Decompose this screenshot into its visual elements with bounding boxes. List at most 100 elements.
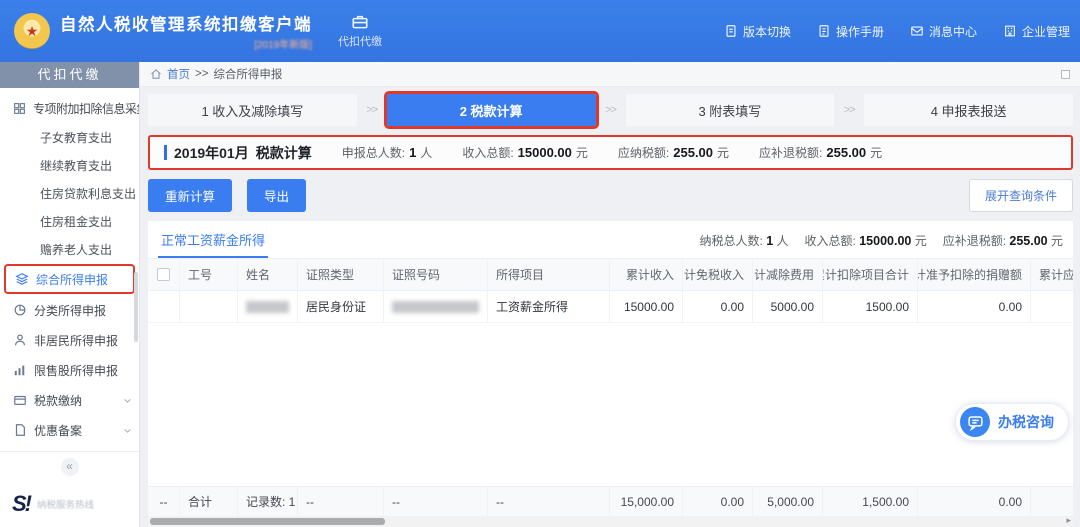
sidebar-scrollbar[interactable] [134, 272, 138, 342]
col-header: 工号 [180, 259, 238, 290]
manual-label: 操作手册 [836, 23, 884, 40]
subitem-label: 子女教育支出 [40, 129, 112, 146]
tab-normal-salary-income[interactable]: 正常工资薪金所得 [158, 221, 268, 258]
total-income: 15,000.00 [610, 487, 683, 516]
sidebar-subitem-elderly-support[interactable]: 赡养老人支出 [0, 235, 139, 263]
sidebar-item-label: 专项附加扣除信息采集 [33, 100, 139, 117]
step-separator: >> [357, 104, 387, 116]
card-stats: 纳税总人数: 1 人 收入总额: 15000.00 元 应补退税额: 255.0… [700, 232, 1073, 258]
mode-tab-withholding[interactable]: 代扣代缴 [338, 13, 382, 49]
bar-chart-icon [13, 363, 27, 377]
sidebar-item-restricted-stock[interactable]: 限售股所得申报 [0, 355, 139, 385]
main-area: 首页 >> 综合所得申报 1 收入及减除填写 >> 2 税款计算 >> 3 附表… [140, 62, 1080, 527]
hotline-label: 纳税服务热线 [37, 497, 94, 511]
sidebar-item-nonresident-income[interactable]: 非居民所得申报 [0, 325, 139, 355]
tax-consult-label: 办税咨询 [998, 412, 1054, 432]
pie-chart-icon [13, 303, 27, 317]
table-total-row: -- 合计 记录数: 1 -- -- -- 15,000.00 0.00 5,0… [148, 486, 1073, 516]
col-header: 姓名 [238, 259, 298, 290]
sidebar-subitem-housing-rent[interactable]: 住房租金支出 [0, 207, 139, 235]
col-header: 累计准予扣除的捐赠额 [918, 259, 1031, 290]
employee-table: 工号 姓名 证照类型 证照号码 所得项目 累计收入 累计免税收入 累计减除费用 … [148, 259, 1073, 527]
sidebar-subitem-child-education[interactable]: 子女教育支出 [0, 123, 139, 151]
wallet-icon [13, 393, 27, 407]
step-label: 3 附表填写 [698, 101, 761, 120]
summary-heading: 税款计算 [256, 143, 312, 163]
step-tab-income-fill[interactable]: 1 收入及减除填写 [148, 94, 357, 126]
sidebar-item-special-deduction-collect[interactable]: 专项附加扣除信息采集 [0, 93, 139, 123]
col-header: 累计扣除项目合计 [823, 259, 918, 290]
sidebar-item-label: 分类所得申报 [34, 302, 106, 319]
subitem-label: 赡养老人支出 [40, 241, 112, 258]
step-tab-tax-calculation[interactable]: 2 税款计算 [387, 94, 596, 126]
horizontal-scrollbar[interactable]: ▸ [148, 516, 1073, 527]
subitem-label: 住房租金支出 [40, 213, 112, 230]
panel-toggle-icon[interactable] [1061, 70, 1070, 79]
table-row[interactable]: 居民身份证 工资薪金所得 15000.00 0.00 5000.00 1500.… [148, 291, 1073, 323]
breadcrumb-home[interactable]: 首页 [167, 66, 190, 82]
breadcrumb-current: 综合所得申报 [213, 66, 282, 82]
sidebar-item-tax-payment[interactable]: 税款缴纳 [0, 385, 139, 415]
chevron-down-icon [123, 426, 132, 435]
col-header: 累计免税收入 [683, 259, 753, 290]
sidebar-collapse-button[interactable]: « [61, 458, 79, 476]
table-header-row: 工号 姓名 证照类型 证照号码 所得项目 累计收入 累计免税收入 累计减除费用 … [148, 259, 1073, 291]
sidebar-subitem-continuing-education[interactable]: 继续教育支出 [0, 151, 139, 179]
sidebar-subitem-mortgage-interest[interactable]: 住房贷款利息支出 [0, 179, 139, 207]
record-count: 记录数: 1 [238, 487, 298, 516]
document-icon [724, 24, 738, 38]
recalculate-button[interactable]: 重新计算 [148, 179, 232, 212]
step-tab-attached-forms[interactable]: 3 附表填写 [626, 94, 835, 126]
cell-donation: 0.00 [918, 291, 1031, 322]
page-icon [13, 423, 27, 437]
total-donation: 0.00 [918, 487, 1031, 516]
breadcrumb-separator: >> [195, 68, 208, 80]
table-empty-space [148, 323, 1073, 486]
summary-field-tax-payable: 应纳税额:255.00元 [618, 144, 729, 161]
briefcase-icon [351, 13, 369, 31]
cell-cert-no-redacted [384, 291, 488, 322]
step-tab-declaration-submit[interactable]: 4 申报表报送 [864, 94, 1073, 126]
cell-emp-no [180, 291, 238, 322]
total-deduction: 1,500.00 [823, 487, 918, 516]
sidebar-item-comprehensive-income[interactable]: 综合所得申报 [4, 264, 135, 294]
step-separator: >> [596, 104, 626, 116]
app-title: 自然人税收管理系统扣缴客户端 [60, 11, 312, 35]
col-header: 累计减除费用 [753, 259, 823, 290]
manual-link[interactable]: 操作手册 [817, 23, 884, 40]
col-header: 所得项目 [488, 259, 610, 290]
sidebar-item-classified-income[interactable]: 分类所得申报 [0, 295, 139, 325]
version-switch-link[interactable]: 版本切换 [724, 23, 791, 40]
sidebar-menu: 专项附加扣除信息采集 子女教育支出 继续教育支出 住房贷款利息支出 住房租金支出… [0, 88, 139, 451]
select-all-checkbox[interactable] [157, 268, 170, 281]
scrollbar-thumb[interactable] [150, 518, 385, 525]
income-card: 正常工资薪金所得 纳税总人数: 1 人 收入总额: 15000.00 元 应补退… [148, 221, 1073, 527]
subitem-label: 继续教育支出 [40, 157, 112, 174]
col-header: 累计收入 [610, 259, 683, 290]
accent-bar [164, 145, 167, 160]
total-deduction-expense: 5,000.00 [753, 487, 823, 516]
cell-deduction-expense: 5000.00 [753, 291, 823, 322]
step-label: 1 收入及减除填写 [201, 101, 303, 120]
summary-field-total-income: 收入总额:15000.00元 [462, 144, 588, 161]
sidebar-item-label: 综合所得申报 [36, 271, 108, 288]
col-header: 累计应纳税所得额 [1031, 259, 1073, 290]
stat-taxpayer-count: 纳税总人数: 1 人 [700, 232, 789, 249]
step-label: 4 申报表报送 [931, 101, 1007, 120]
export-button[interactable]: 导出 [247, 179, 306, 212]
stat-total-income: 收入总额: 15000.00 元 [805, 232, 927, 249]
mail-icon [910, 24, 924, 38]
title-block: 自然人税收管理系统扣缴客户端 [2019年新版] [60, 11, 312, 51]
sidebar-item-preferential-filing[interactable]: 优惠备案 [0, 415, 139, 445]
expand-query-button[interactable]: 展开查询条件 [969, 179, 1073, 212]
sidebar-collapse-row: « [0, 451, 139, 481]
scrollbar-right-arrow[interactable]: ▸ [1066, 515, 1071, 526]
grid-icon [13, 102, 26, 115]
cell-income-item: 工资薪金所得 [488, 291, 610, 322]
breadcrumb: 首页 >> 综合所得申报 [140, 62, 1080, 87]
message-center-link[interactable]: 消息中心 [910, 23, 977, 40]
tax-consult-button[interactable]: 办税咨询 [955, 403, 1069, 441]
enterprise-mgmt-link[interactable]: 企业管理 [1003, 23, 1070, 40]
stat-tax-refund: 应补退税额: 255.00 元 [943, 232, 1063, 249]
cell-total-income: 15000.00 [610, 291, 683, 322]
